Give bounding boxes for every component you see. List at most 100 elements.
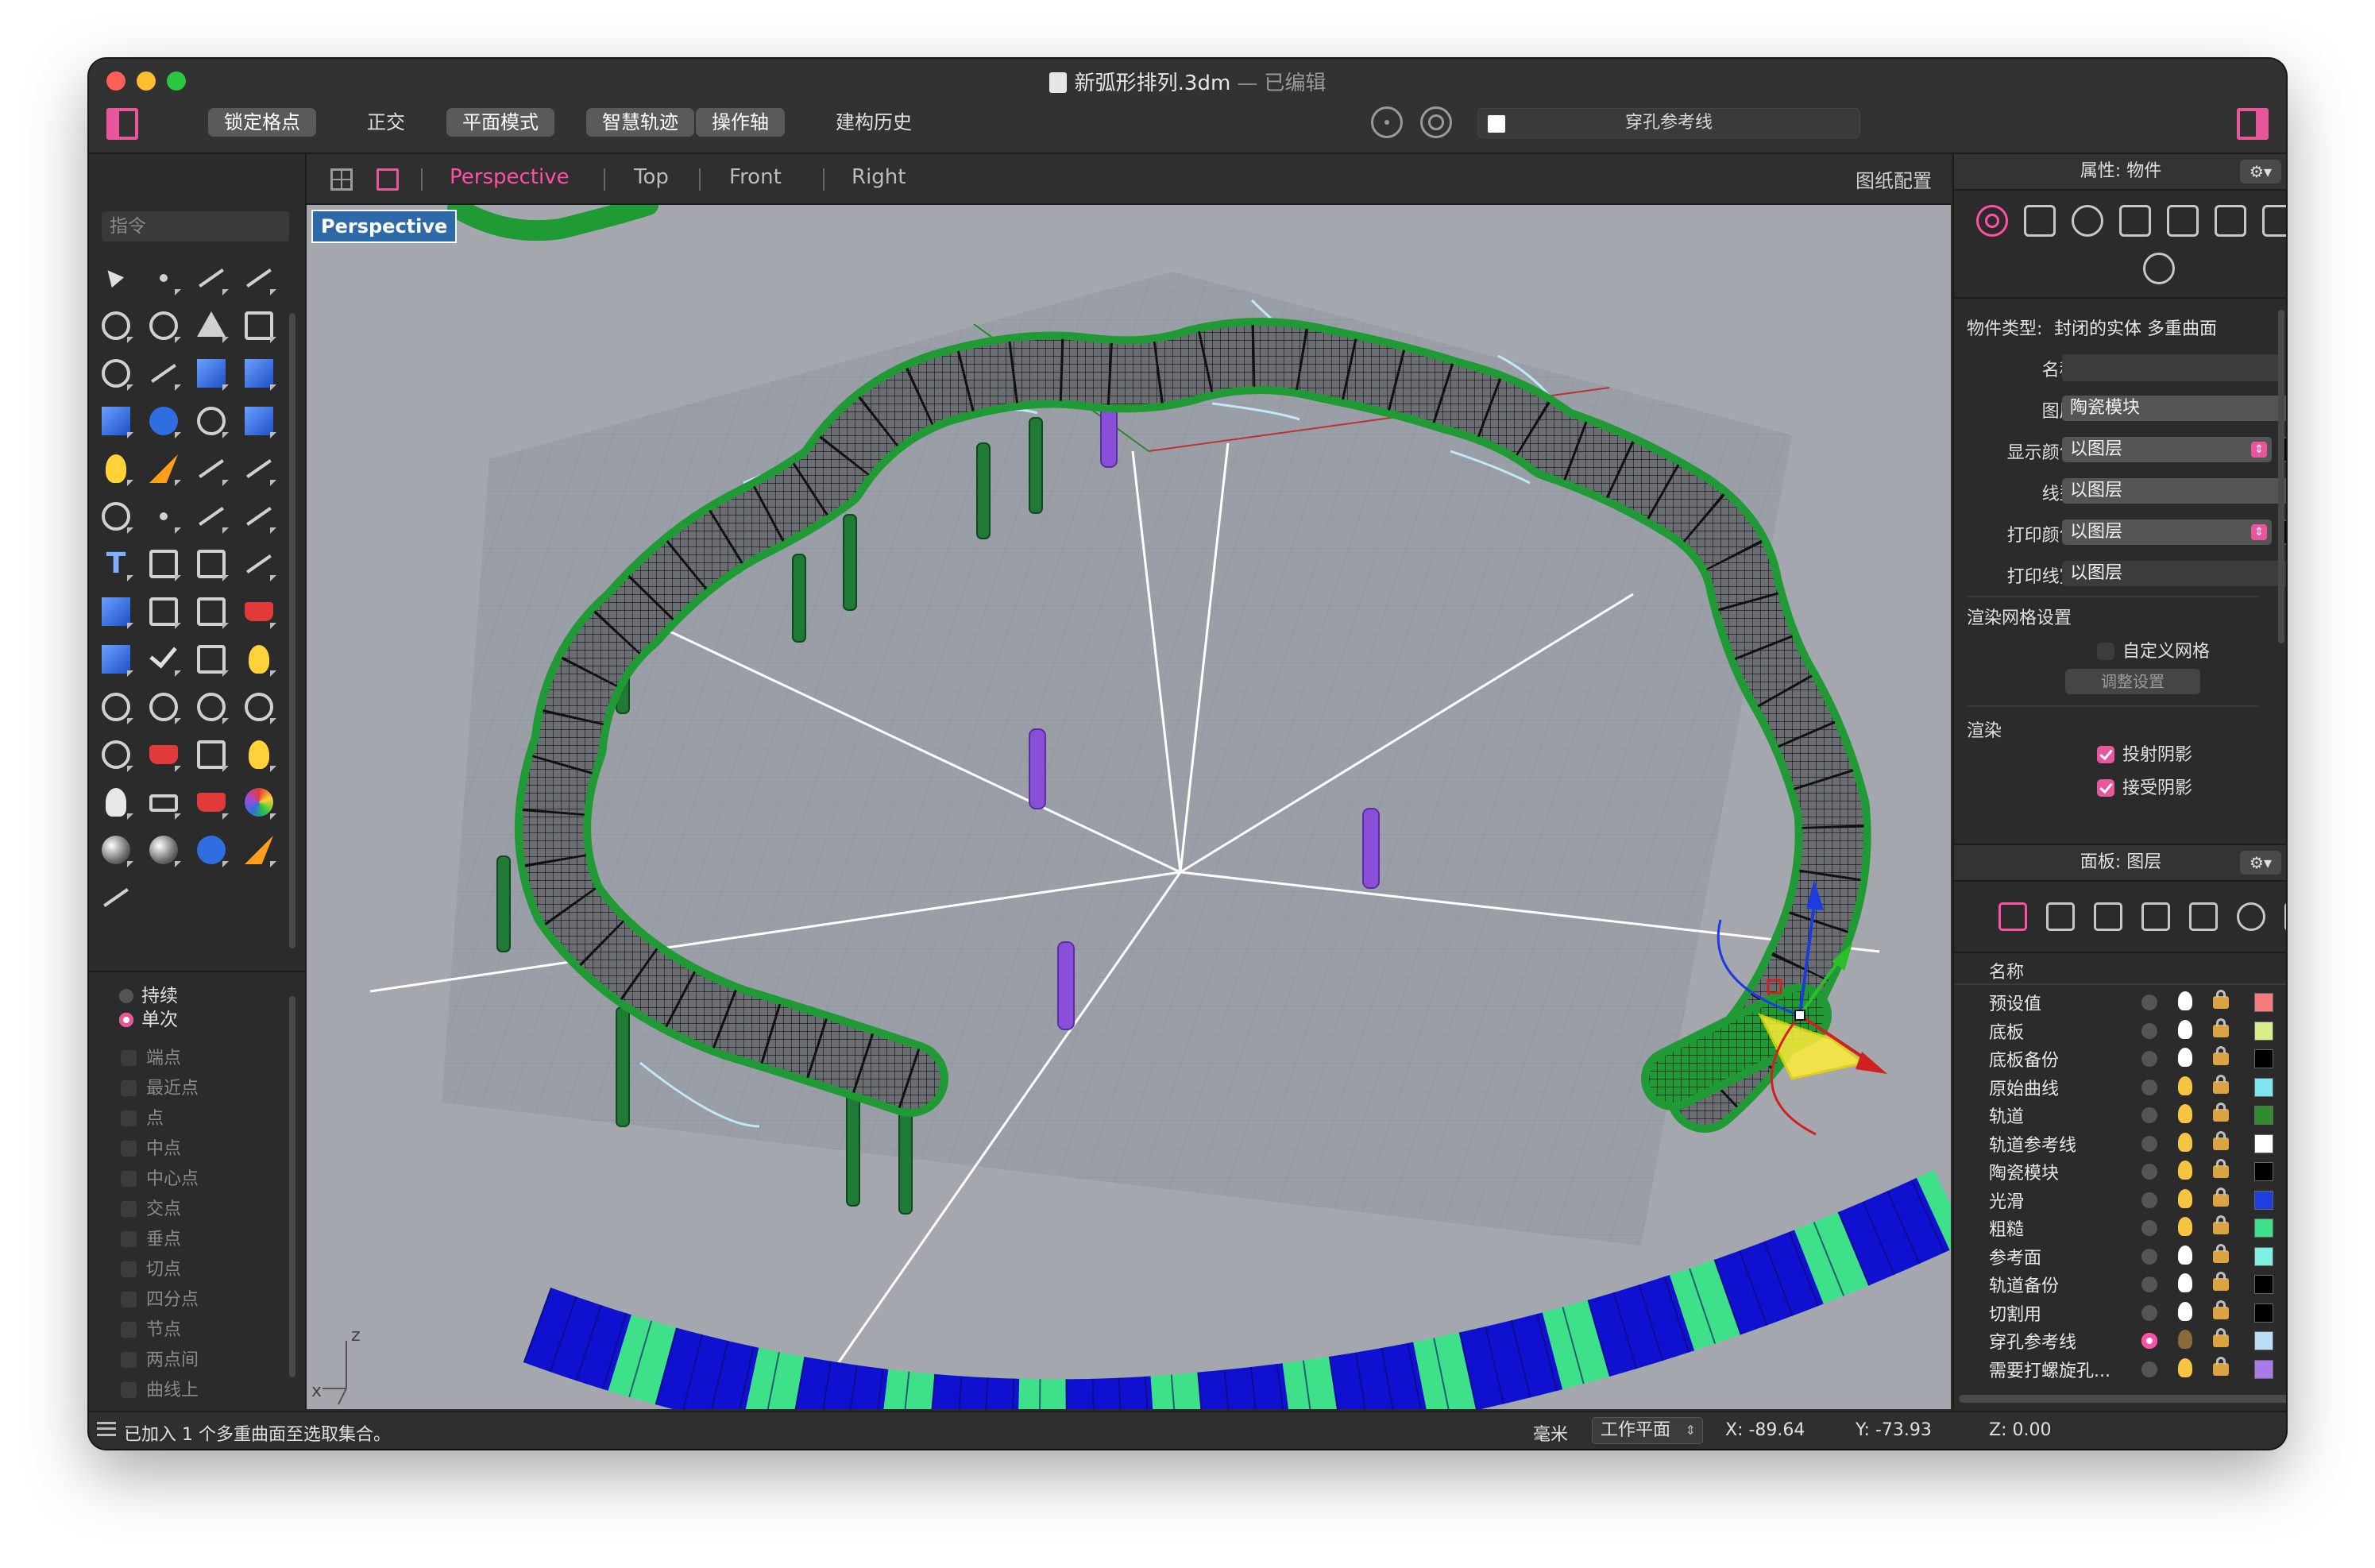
light-bulb-icon[interactable] — [2178, 1188, 2192, 1208]
lock-icon[interactable] — [2213, 1300, 2229, 1319]
help-icon[interactable] — [2237, 902, 2265, 931]
paint-tool[interactable] — [238, 639, 280, 680]
osnap-point-icon[interactable] — [1371, 106, 1403, 138]
layer-color-swatch[interactable] — [2254, 1331, 2273, 1350]
dimension-tool[interactable] — [238, 591, 280, 632]
smart-track-toggle[interactable]: 智慧轨迹 — [586, 108, 694, 137]
planar-mode-toggle[interactable]: 平面模式 — [446, 108, 554, 137]
control-points-tool[interactable] — [143, 496, 184, 537]
layer-color-swatch[interactable] — [2254, 1303, 2273, 1323]
layer-row[interactable]: 粗糙Continuous — [1954, 1214, 2286, 1241]
light-bulb-icon[interactable] — [2178, 1217, 2192, 1236]
layer-color-swatch[interactable] — [2254, 1246, 2273, 1266]
material-tool[interactable] — [191, 829, 232, 871]
zoom-tool[interactable] — [95, 686, 137, 728]
layer-color-swatch[interactable] — [2254, 1275, 2273, 1294]
current-layer-radio[interactable] — [2141, 1361, 2157, 1377]
layer-color-swatch[interactable] — [2254, 1162, 2273, 1181]
osnap-checkbox[interactable]: 垂点 — [121, 1225, 181, 1250]
fillet-curve-tool[interactable] — [143, 353, 184, 394]
tab-perspective[interactable]: Perspective — [450, 165, 570, 189]
light-bulb-icon[interactable] — [2178, 1104, 2192, 1123]
osnap-checkbox[interactable]: 点 — [121, 1104, 164, 1130]
layer-color-swatch[interactable] — [2254, 1077, 2273, 1097]
cplane-selector[interactable]: 工作平面 ⇕ — [1592, 1417, 1704, 1444]
current-layer-radio[interactable] — [2141, 1333, 2157, 1349]
light-bulb-icon[interactable] — [2178, 1330, 2192, 1349]
document-icon[interactable] — [2046, 902, 2075, 931]
polyline-tool[interactable] — [191, 257, 232, 299]
print-color-select[interactable]: 以图层 ⇕ — [2062, 519, 2272, 545]
layer-color-swatch[interactable] — [2254, 1190, 2273, 1210]
layout-icon[interactable] — [2141, 902, 2170, 931]
layer-row[interactable]: 预设值Continuous — [1954, 988, 2286, 1015]
point-tool[interactable] — [143, 257, 184, 299]
mesh-tool[interactable] — [191, 639, 232, 680]
render-tool[interactable] — [95, 829, 137, 871]
shaded-tool[interactable] — [143, 829, 184, 871]
cone-tool[interactable] — [238, 829, 280, 871]
light-bulb-icon[interactable] — [2178, 1019, 2192, 1039]
polygon-tool[interactable] — [191, 305, 232, 346]
rebuild-tool[interactable] — [191, 496, 232, 537]
plane-tool[interactable] — [238, 400, 280, 442]
osnap-checkbox[interactable]: 中点 — [121, 1134, 181, 1160]
object-properties-icon[interactable] — [1976, 205, 2008, 237]
color-tool[interactable] — [238, 782, 280, 823]
cplane-tool[interactable] — [191, 734, 232, 775]
gumball-toggle[interactable]: 操作轴 — [696, 108, 785, 137]
osnap-checkbox[interactable]: 端点 — [121, 1044, 181, 1069]
lock-icon[interactable] — [2213, 990, 2229, 1009]
object-cube-icon[interactable] — [2094, 902, 2122, 931]
layer-color-swatch[interactable] — [2254, 1049, 2273, 1068]
light-bulb-icon[interactable] — [2178, 1358, 2192, 1377]
viewport-title-label[interactable]: Perspective — [311, 210, 458, 243]
current-layer-radio[interactable] — [2141, 1304, 2157, 1321]
osnap-scrollbar[interactable] — [289, 996, 295, 1377]
units-label[interactable]: 毫米 — [1533, 1420, 1568, 1446]
render-mesh-icon[interactable] — [2215, 205, 2246, 237]
lock-icon[interactable] — [2213, 1187, 2229, 1207]
layer-row[interactable]: 穿孔参考线Continuous — [1954, 1327, 2286, 1354]
layer-row[interactable]: 轨道备份Continuous — [1954, 1270, 2286, 1297]
osnap-once-radio[interactable]: 单次 — [119, 1004, 178, 1031]
current-layer-radio[interactable] — [2141, 994, 2157, 1010]
osnap-target-icon[interactable] — [1420, 106, 1452, 138]
texture-mapping-icon[interactable] — [2119, 205, 2151, 237]
shadow-properties-icon[interactable] — [2143, 253, 2175, 284]
lock-icon[interactable] — [2213, 1018, 2229, 1037]
adjust-mesh-button[interactable]: 调整设置 — [2065, 669, 2200, 694]
cast-shadows-checkbox[interactable]: 投射阴影 — [2097, 740, 2192, 766]
tab-top[interactable]: Top — [634, 165, 669, 189]
curve-pen-icon[interactable] — [2284, 902, 2286, 931]
curve-tool[interactable] — [238, 257, 280, 299]
cylinder-tool[interactable] — [191, 400, 232, 442]
named-view-tool[interactable] — [238, 734, 280, 775]
layer-tool[interactable] — [191, 782, 232, 823]
boolean-tool[interactable] — [143, 400, 184, 442]
toggle-right-sidebar-button[interactable] — [2237, 108, 2269, 140]
four-view-icon[interactable] — [330, 168, 353, 191]
layers-icon[interactable] — [1998, 902, 2027, 931]
current-layer-selector[interactable]: 穿孔参考线 — [1477, 108, 1860, 138]
lock-icon[interactable] — [2213, 1159, 2229, 1178]
osnap-checkbox[interactable]: 交点 — [121, 1195, 181, 1220]
light-bulb-icon[interactable] — [2178, 1273, 2192, 1292]
rectangle-tool[interactable] — [238, 305, 280, 346]
surface-tool[interactable] — [191, 353, 232, 394]
layer-color-swatch[interactable] — [2254, 1359, 2273, 1379]
print-width-select[interactable]: 以图层▾ — [2062, 561, 2286, 586]
layer-row[interactable]: 光滑Continuous — [1954, 1186, 2286, 1213]
layer-row[interactable]: 轨道Continuous — [1954, 1101, 2286, 1128]
circle-tool[interactable] — [95, 305, 137, 346]
display-icon[interactable] — [2189, 902, 2218, 931]
current-layer-radio[interactable] — [2141, 1107, 2157, 1123]
transform-tool[interactable] — [191, 543, 232, 585]
layer-row[interactable]: 需要打螺旋孔...Continuous — [1954, 1355, 2286, 1382]
current-layer-radio[interactable] — [2141, 1191, 2157, 1208]
trim-tool[interactable] — [143, 448, 184, 489]
layer-row[interactable]: 陶瓷模块Continuous — [1954, 1157, 2286, 1184]
properties-options-button[interactable]: ⚙▾ — [2240, 160, 2281, 183]
current-layer-radio[interactable] — [2141, 1051, 2157, 1067]
name-field[interactable] — [2062, 354, 2283, 381]
